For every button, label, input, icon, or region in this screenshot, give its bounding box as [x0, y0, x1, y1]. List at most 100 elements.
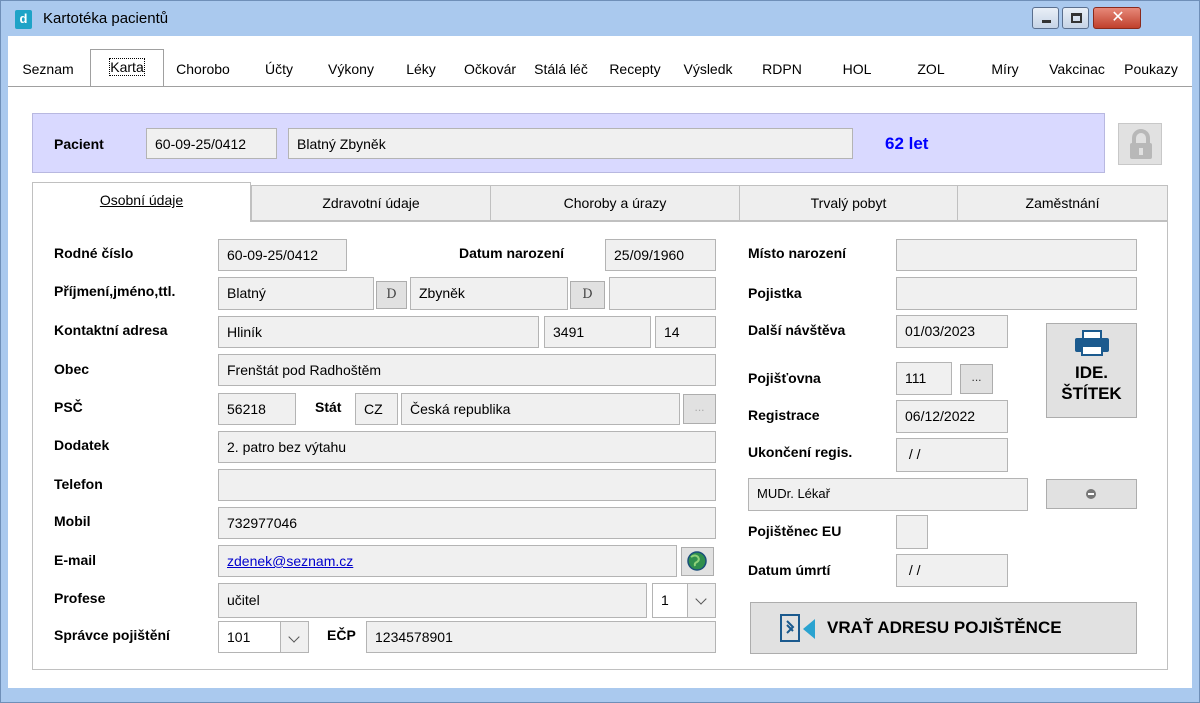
stat-code-field[interactable]: CZ [355, 393, 398, 425]
mobil-label: Mobil [54, 513, 91, 529]
tab-vakcinace[interactable]: Vakcinac [1043, 52, 1111, 86]
profese-field[interactable]: učitel [218, 583, 647, 618]
window-title: Kartotéka pacientů [43, 10, 169, 27]
obec-field[interactable]: Frenštát pod Radhoštěm [218, 354, 716, 386]
tab-recepty[interactable]: Recepty [599, 52, 671, 86]
tab-choroby[interactable]: Chorobo [165, 52, 241, 86]
misto-narozeni-field[interactable] [896, 239, 1137, 271]
tab-karta[interactable]: Karta [90, 49, 164, 86]
street-field[interactable]: Hliník [218, 316, 539, 348]
email-label: E-mail [54, 552, 97, 568]
surname-field[interactable]: Blatný [218, 277, 374, 310]
email-field[interactable]: zdenek@seznam.cz [218, 545, 677, 577]
telefon-field[interactable] [218, 469, 716, 501]
tab-zol[interactable]: ZOL [895, 52, 967, 86]
pojistka-label: Pojistka [748, 285, 802, 301]
spravce-combo[interactable]: 101 [218, 621, 309, 653]
mobil-field[interactable]: 732977046 [218, 507, 716, 539]
maximize-button[interactable] [1062, 7, 1089, 29]
print-label-line2: ŠTÍTEK [1061, 384, 1122, 403]
stat-lookup-button[interactable]: ... [683, 394, 716, 424]
misto-narozeni-label: Místo narození [748, 245, 847, 261]
pojistovna-lookup-button[interactable]: ... [960, 364, 993, 394]
dalsi-navsteva-label: Další návštěva [748, 322, 846, 338]
tab-seznam[interactable]: Seznam [8, 52, 88, 86]
lock-icon [1130, 129, 1152, 159]
ukonceni-field[interactable]: / / [896, 438, 1008, 472]
patient-age: 62 let [885, 134, 929, 153]
lock-button[interactable] [1118, 123, 1162, 165]
patient-label: Pacient [54, 136, 104, 152]
lekar-field[interactable]: MUDr. Lékař [748, 478, 1028, 511]
ecp-label: EČP [327, 627, 356, 643]
chevron-down-icon [280, 622, 308, 652]
title-field[interactable] [609, 277, 716, 310]
print-label-button[interactable]: IDE. ŠTÍTEK [1046, 323, 1137, 418]
tab-miry[interactable]: Míry [969, 52, 1041, 86]
tab-vysledky[interactable]: Výsledk [673, 52, 743, 86]
app-icon: d [15, 10, 32, 29]
pojistenec-eu-checkbox[interactable] [896, 515, 928, 549]
tab-vykony[interactable]: Výkony [317, 52, 385, 86]
datum-umrti-field[interactable]: / / [896, 554, 1008, 587]
lekar-clear-button[interactable] [1046, 479, 1137, 509]
return-address-icon [780, 614, 815, 642]
minus-circle-icon [1086, 489, 1096, 499]
minimize-button[interactable] [1032, 7, 1059, 29]
adresa-label: Kontaktní adresa [54, 322, 168, 338]
obec-label: Obec [54, 361, 90, 377]
pojistovna-label: Pojišťovna [748, 370, 821, 386]
tab-trvaly-pobyt[interactable]: Trvalý pobyt [739, 185, 958, 221]
tab-hol[interactable]: HOL [821, 52, 893, 86]
tab-poukazy[interactable]: Poukazy [1113, 52, 1189, 86]
firstname-d-button[interactable]: D [570, 281, 605, 309]
menu-tab-bar: Seznam Karta Chorobo Účty Výkony Léky Oč… [8, 49, 1192, 86]
orient-number-field[interactable]: 14 [655, 316, 716, 348]
pojistenec-eu-label: Pojištěnec EU [748, 523, 842, 539]
tab-ucty[interactable]: Účty [243, 52, 315, 86]
datum-narozeni-label: Datum narození [459, 245, 565, 261]
tab-choroby-urazy[interactable]: Choroby a úrazy [490, 185, 740, 221]
datum-umrti-label: Datum úmrtí [748, 562, 831, 578]
patient-name-field[interactable]: Blatný Zbyněk [288, 128, 853, 159]
profese-code-combo[interactable]: 1 [652, 583, 716, 618]
email-link[interactable]: zdenek@seznam.cz [227, 546, 492, 576]
datum-narozeni-field[interactable]: 25/09/1960 [605, 239, 716, 271]
dodatek-label: Dodatek [54, 437, 110, 453]
surname-d-button[interactable]: D [376, 281, 407, 309]
dodatek-field[interactable]: 2. patro bez výtahu [218, 431, 716, 463]
registrace-label: Registrace [748, 407, 820, 423]
patient-rc-field[interactable]: 60-09-25/0412 [146, 128, 277, 159]
stat-label: Stát [315, 399, 342, 415]
return-address-label: VRAŤ ADRESU POJIŠTĚNCE [827, 618, 1062, 637]
pojistovna-field[interactable]: 111 [896, 362, 952, 395]
house-number-field[interactable]: 3491 [544, 316, 651, 348]
tab-ockovani[interactable]: Očkovár [457, 52, 523, 86]
dalsi-navsteva-field[interactable]: 01/03/2023 [896, 315, 1008, 348]
close-button[interactable]: ✕ [1093, 7, 1141, 29]
rodne-cislo-label: Rodné číslo [54, 245, 134, 261]
return-insured-address-button[interactable]: VRAŤ ADRESU POJIŠTĚNCE [750, 602, 1137, 654]
firstname-field[interactable]: Zbyněk [410, 277, 568, 310]
ukonceni-label: Ukončení regis. [748, 444, 853, 460]
minimize-icon [1042, 20, 1051, 23]
ecp-field[interactable]: 1234578901 [366, 621, 716, 653]
registrace-field[interactable]: 06/12/2022 [896, 400, 1008, 433]
tab-zdravotni-udaje[interactable]: Zdravotní údaje [251, 185, 491, 221]
psc-field[interactable]: 56218 [218, 393, 296, 425]
prijmeni-label: Příjmení,jméno,ttl. [54, 283, 176, 299]
printer-icon [1075, 330, 1109, 356]
rodne-cislo-field[interactable]: 60-09-25/0412 [218, 239, 347, 271]
telefon-label: Telefon [54, 476, 103, 492]
spravce-value: 101 [227, 629, 251, 645]
email-web-button[interactable] [681, 547, 714, 576]
globe-icon [687, 551, 707, 571]
tab-zamestnani[interactable]: Zaměstnání [957, 185, 1168, 221]
tab-osobni-udaje[interactable]: Osobní údaje [32, 182, 251, 222]
stat-name-field[interactable]: Česká republika [401, 393, 680, 425]
pojistka-field[interactable] [896, 277, 1137, 310]
tab-stala-lecba[interactable]: Stálá léč [525, 52, 597, 86]
tab-rdpn[interactable]: RDPN [745, 52, 819, 86]
menu-tab-divider [8, 86, 1192, 87]
tab-leky[interactable]: Léky [387, 52, 455, 86]
